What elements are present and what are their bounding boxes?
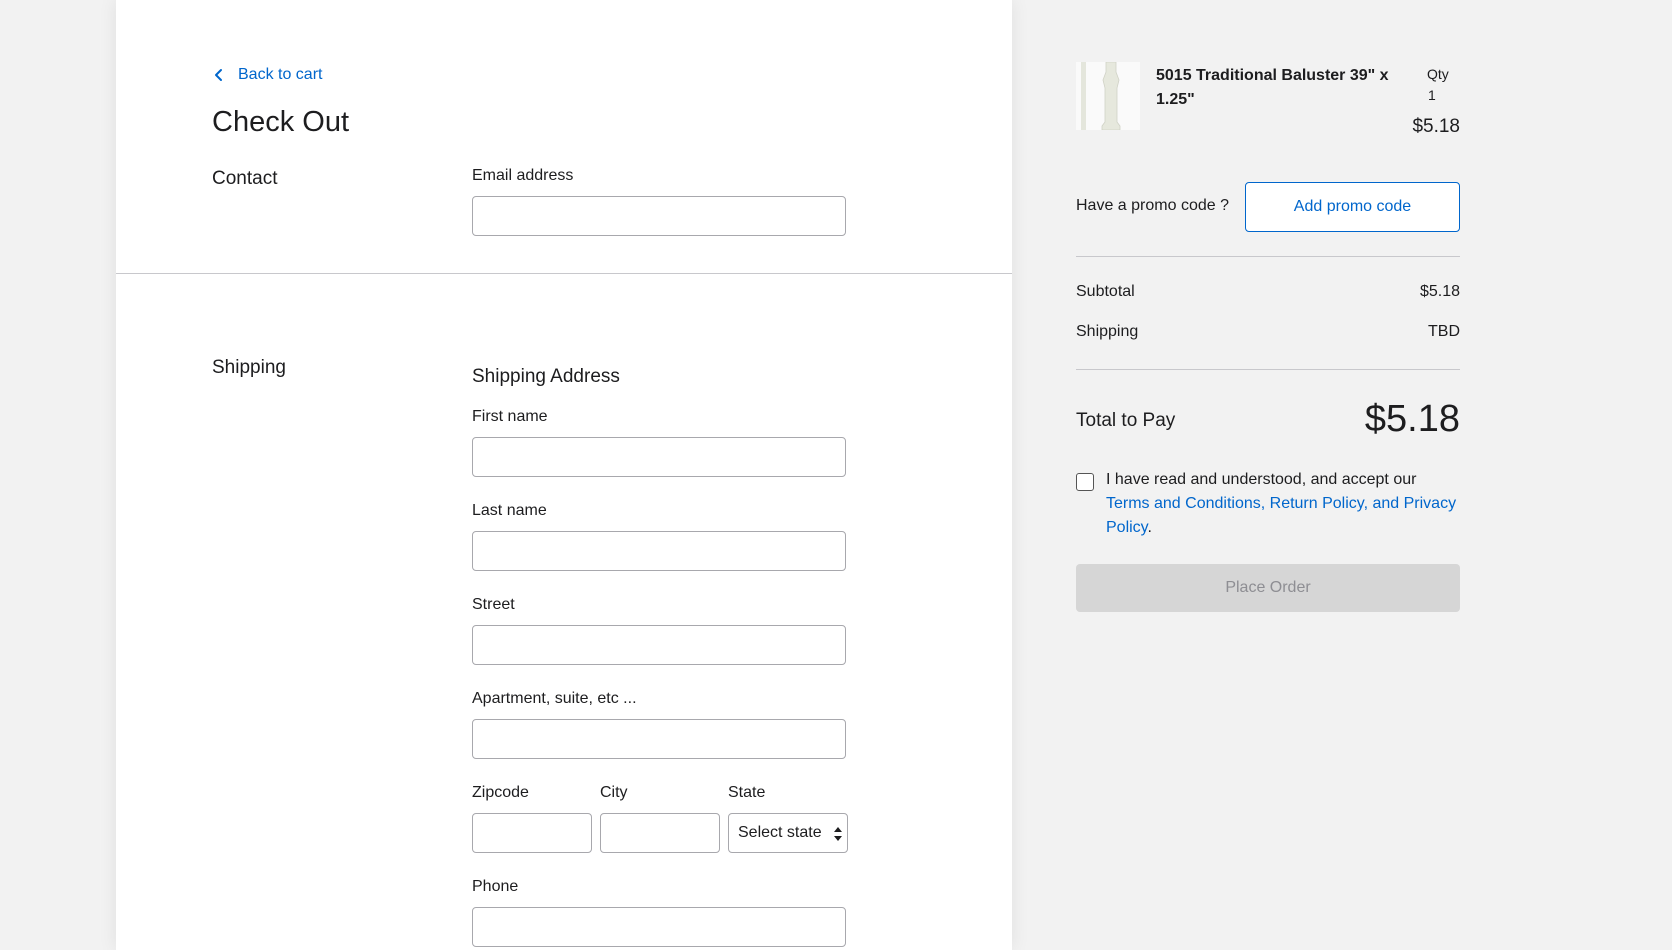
shipping-value: TBD [1428, 323, 1460, 340]
total-label: Total to Pay [1076, 410, 1176, 431]
city-field[interactable] [600, 813, 720, 853]
terms-text: I have read and understood, and accept o… [1106, 468, 1460, 540]
last-name-label: Last name [472, 502, 547, 519]
product-name: 5015 Traditional Baluster 39" x 1.25" [1156, 67, 1389, 108]
zipcode-label: Zipcode [472, 784, 529, 801]
street-label: Street [472, 596, 515, 613]
promo-prompt: Have a promo code ? [1076, 197, 1229, 214]
total-value: $5.18 [1364, 398, 1460, 440]
first-name-field[interactable] [472, 437, 846, 477]
subtotal-label: Subtotal [1076, 283, 1135, 300]
summary-divider [1076, 369, 1460, 370]
terms-suffix: . [1147, 519, 1152, 536]
email-label: Email address [472, 167, 574, 184]
last-name-field[interactable] [472, 531, 846, 571]
state-label: State [728, 784, 766, 801]
accept-terms-checkbox[interactable] [1076, 473, 1094, 491]
first-name-label: First name [472, 408, 548, 425]
shipping-address-heading: Shipping Address [472, 366, 620, 387]
state-select-value: Select state [738, 824, 822, 841]
qty-value: 1 [1428, 87, 1436, 103]
back-to-cart-link[interactable]: Back to cart [212, 66, 322, 84]
city-label: City [600, 784, 628, 801]
place-order-button[interactable]: Place Order [1076, 564, 1460, 612]
email-field[interactable] [472, 196, 846, 236]
terms-link[interactable]: Terms and Conditions, Return Policy, and… [1106, 495, 1456, 536]
terms-prefix: I have read and understood, and accept o… [1106, 471, 1417, 488]
apartment-field[interactable] [472, 719, 846, 759]
baluster-image [1076, 62, 1140, 130]
summary-divider [1076, 256, 1460, 257]
back-to-cart-label: Back to cart [238, 66, 323, 83]
shipping-label: Shipping [1076, 323, 1139, 340]
item-price: $5.18 [1412, 116, 1460, 137]
chevron-left-icon [212, 68, 226, 82]
state-select[interactable]: Select state [728, 813, 848, 853]
checkout-form-panel: Back to cart Check Out Contact Email add… [116, 0, 1012, 950]
shipping-section-label: Shipping [212, 357, 286, 378]
phone-field[interactable] [472, 907, 846, 947]
subtotal-value: $5.18 [1419, 283, 1460, 300]
phone-label: Phone [472, 878, 519, 895]
section-divider [116, 273, 1012, 274]
qty-label: Qty [1427, 66, 1449, 82]
apartment-label: Apartment, suite, etc ... [472, 690, 637, 707]
page-title: Check Out [212, 106, 349, 138]
contact-section-label: Contact [212, 168, 278, 189]
zipcode-field[interactable] [472, 813, 592, 853]
street-field[interactable] [472, 625, 846, 665]
add-promo-code-button[interactable]: Add promo code [1245, 182, 1460, 232]
select-arrows-icon [833, 825, 843, 843]
